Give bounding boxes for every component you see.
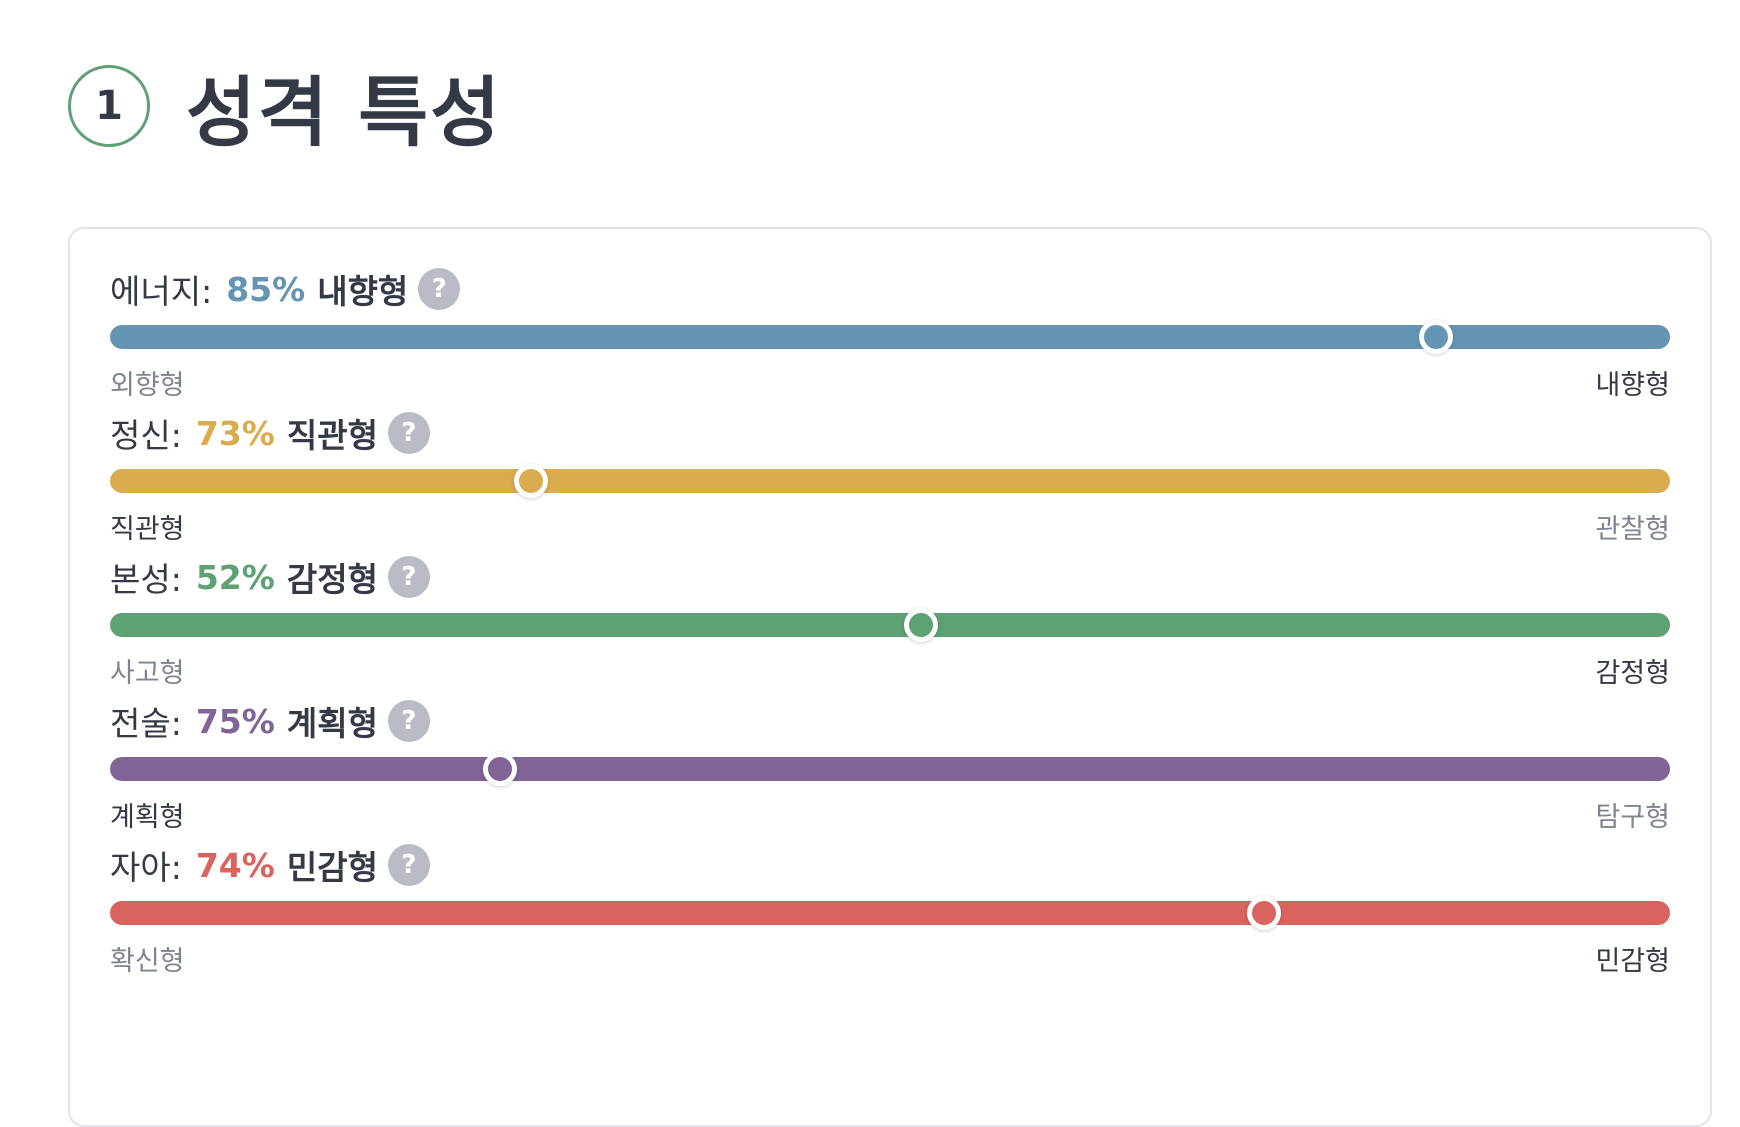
trait-name: 전술: — [110, 704, 182, 743]
trait-result: 민감형 — [286, 848, 378, 887]
trait-bar — [110, 464, 1670, 498]
trait-result: 계획형 — [286, 704, 378, 743]
trait-bar-knob — [1419, 320, 1453, 354]
trait-name: 본성: — [110, 560, 182, 599]
trait-bar — [110, 320, 1670, 354]
trait-percent: 85% — [226, 269, 306, 309]
trait-tactics: 전술: 75% 계획형 ? 계획형 탐구형 — [110, 697, 1670, 834]
trait-percent: 73% — [195, 413, 275, 453]
trait-bar-labels: 외향형 내향형 — [110, 363, 1670, 402]
trait-bar-knob — [514, 464, 549, 498]
trait-right-label: 민감형 — [1595, 946, 1670, 977]
trait-heading: 본성: 52% 감정형 ? — [110, 553, 1670, 601]
section-header: 1 성격 특성 — [68, 56, 502, 157]
trait-bar — [110, 752, 1670, 786]
trait-bar-knob — [1247, 896, 1282, 930]
trait-heading: 전술: 75% 계획형 ? — [110, 697, 1670, 745]
trait-mind: 정신: 73% 직관형 ? 직관형 관찰형 — [110, 409, 1670, 546]
trait-name: 자아: — [110, 848, 182, 887]
trait-bar-labels: 확신형 민감형 — [110, 939, 1670, 978]
trait-heading: 정신: 73% 직관형 ? — [110, 409, 1670, 457]
trait-right-label: 감정형 — [1595, 658, 1670, 689]
trait-heading: 자아: 74% 민감형 ? — [110, 841, 1670, 889]
trait-bar — [110, 896, 1670, 930]
trait-bar-labels: 계획형 탐구형 — [110, 795, 1670, 834]
trait-name: 정신: — [110, 416, 182, 455]
trait-result: 직관형 — [286, 416, 378, 455]
trait-identity: 자아: 74% 민감형 ? 확신형 민감형 — [110, 841, 1670, 978]
trait-heading: 에너지: 85% 내향형 ? — [110, 265, 1670, 313]
step-number-badge: 1 — [68, 65, 150, 147]
trait-percent: 75% — [195, 701, 275, 741]
personality-traits-card: 에너지: 85% 내향형 ? 외향형 내향형 정신: 73% 직관형 ? 직관형… — [68, 227, 1712, 1127]
help-icon[interactable]: ? — [387, 700, 430, 742]
help-icon[interactable]: ? — [387, 844, 430, 886]
trait-right-label: 내향형 — [1595, 370, 1670, 401]
trait-bar-labels: 사고형 감정형 — [110, 651, 1670, 690]
trait-result: 감정형 — [286, 560, 378, 599]
trait-percent: 74% — [195, 845, 275, 885]
section-title: 성격 특성 — [186, 68, 503, 157]
trait-left-label: 직관형 — [110, 514, 185, 545]
trait-left-label: 계획형 — [110, 802, 185, 833]
trait-percent: 52% — [195, 557, 275, 597]
trait-bar-labels: 직관형 관찰형 — [110, 507, 1670, 546]
trait-bar — [110, 608, 1670, 642]
help-icon[interactable]: ? — [387, 556, 430, 598]
trait-left-label: 확신형 — [110, 946, 185, 977]
trait-result: 내향형 — [317, 272, 409, 311]
trait-energy: 에너지: 85% 내향형 ? 외향형 내향형 — [110, 265, 1670, 402]
trait-nature: 본성: 52% 감정형 ? 사고형 감정형 — [110, 553, 1670, 690]
trait-right-label: 관찰형 — [1595, 514, 1670, 545]
help-icon[interactable]: ? — [418, 268, 461, 310]
trait-bar-knob — [483, 752, 517, 786]
trait-left-label: 외향형 — [110, 370, 185, 401]
trait-bar-knob — [904, 608, 939, 642]
help-icon[interactable]: ? — [387, 412, 430, 454]
trait-left-label: 사고형 — [110, 658, 185, 689]
trait-right-label: 탐구형 — [1595, 802, 1670, 833]
trait-name: 에너지: — [110, 272, 213, 311]
